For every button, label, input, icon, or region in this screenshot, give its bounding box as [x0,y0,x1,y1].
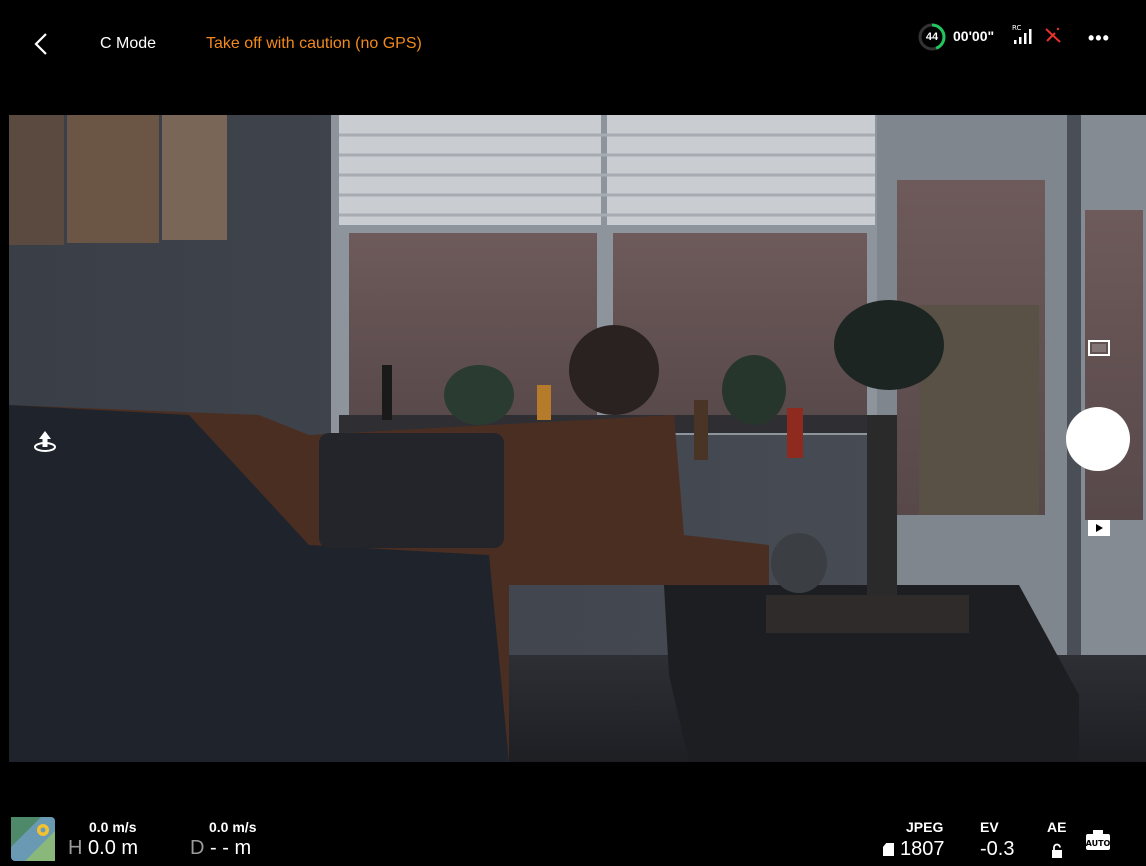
ae-label: AE [1047,819,1067,835]
height-label: H [68,837,83,859]
chevron-left-icon [34,33,47,55]
gps-warning: Take off with caution (no GPS) [206,35,422,52]
rc-label: RC [1012,24,1022,32]
playback-button[interactable] [1087,518,1111,538]
shutter-button[interactable] [1066,407,1130,471]
camera-mode-text: AUTO [1086,839,1111,848]
height-readout: H 0.0 m [68,837,138,860]
ev-label: EV [980,819,999,835]
horizontal-speed: 0.0 m/s [209,819,257,835]
map-icon [11,817,55,861]
photos-remaining: 1807 [883,838,945,861]
camera-settings-button[interactable]: AUTO [1085,829,1111,851]
vertical-speed: 0.0 m/s [89,819,137,835]
photo-format-label: JPEG [906,819,944,835]
gps-status[interactable] [1044,26,1062,44]
back-button[interactable] [30,30,54,58]
camera-auto-icon: AUTO [1086,830,1111,850]
battery-percent: 44 [925,31,939,43]
photo-mode-button[interactable] [1087,338,1111,358]
aspect-ratio-icon [1088,340,1110,356]
more-menu-button[interactable]: ••• [1088,28,1110,49]
flight-time: 00'00" [953,28,995,44]
takeoff-icon [34,431,56,452]
sd-card-icon [883,843,894,856]
distance-label: D [190,837,205,859]
flight-mode: C Mode [100,35,157,52]
ev-value[interactable]: -0.3 [980,838,1014,861]
unlock-icon [1052,843,1062,858]
distance-value: - - m [210,837,252,859]
photos-remaining-value: 1807 [900,838,945,860]
takeoff-button[interactable] [32,428,58,454]
satellite-off-icon [1045,27,1061,43]
play-icon [1088,520,1110,536]
camera-live-view[interactable] [9,115,1146,762]
rc-signal-indicator[interactable]: RC [1012,24,1038,46]
map-button[interactable] [11,817,55,861]
height-value: 0.0 m [88,837,139,859]
live-view-image [9,115,1146,762]
distance-readout: D - - m [190,837,251,860]
battery-indicator[interactable]: 44 [917,22,947,52]
ae-lock-button[interactable] [1050,843,1064,859]
